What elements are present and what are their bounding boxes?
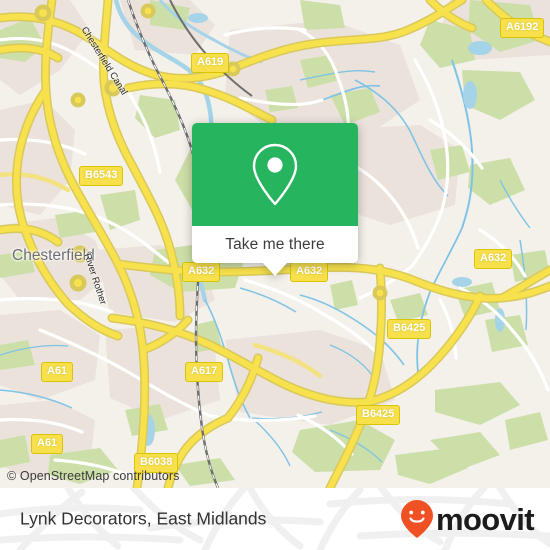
road-shield-a61-south: A61 xyxy=(31,434,64,454)
popup-pointer xyxy=(263,263,287,276)
take-me-there-popup[interactable]: Take me there xyxy=(192,123,358,276)
moovit-smiley-pin-icon xyxy=(400,500,433,538)
road-shield-a632-east: A632 xyxy=(474,249,513,269)
footer-bar: Lynk Decorators, East Midlands moovit xyxy=(0,488,550,550)
moovit-logo[interactable]: moovit xyxy=(400,499,535,539)
osm-attribution[interactable]: © OpenStreetMap contributors xyxy=(7,469,180,483)
take-me-there-label: Take me there xyxy=(225,235,325,253)
road-shield-a6192: A6192 xyxy=(500,18,545,38)
road-shield-a617: A617 xyxy=(185,362,224,382)
road-shield-b6425-north: B6425 xyxy=(387,319,432,339)
road-shield-b6425-south: B6425 xyxy=(356,405,401,425)
location-pin-icon xyxy=(252,143,298,205)
map-screenshot: Chesterfield Chesterfield Canal River Ro… xyxy=(0,0,550,550)
popup-action-bar[interactable]: Take me there xyxy=(192,226,358,263)
location-title: Lynk Decorators, East Midlands xyxy=(20,508,267,529)
road-shield-a632-center: A632 xyxy=(290,262,329,282)
road-shield-a61-north: A61 xyxy=(41,362,74,382)
popup-marker-panel xyxy=(192,123,358,226)
road-shield-b6543: B6543 xyxy=(79,166,124,186)
road-shield-a632-west: A632 xyxy=(182,262,221,282)
moovit-wordmark: moovit xyxy=(435,501,535,537)
road-shield-a619: A619 xyxy=(191,53,230,73)
map-canvas[interactable]: Chesterfield Chesterfield Canal River Ro… xyxy=(0,0,550,488)
